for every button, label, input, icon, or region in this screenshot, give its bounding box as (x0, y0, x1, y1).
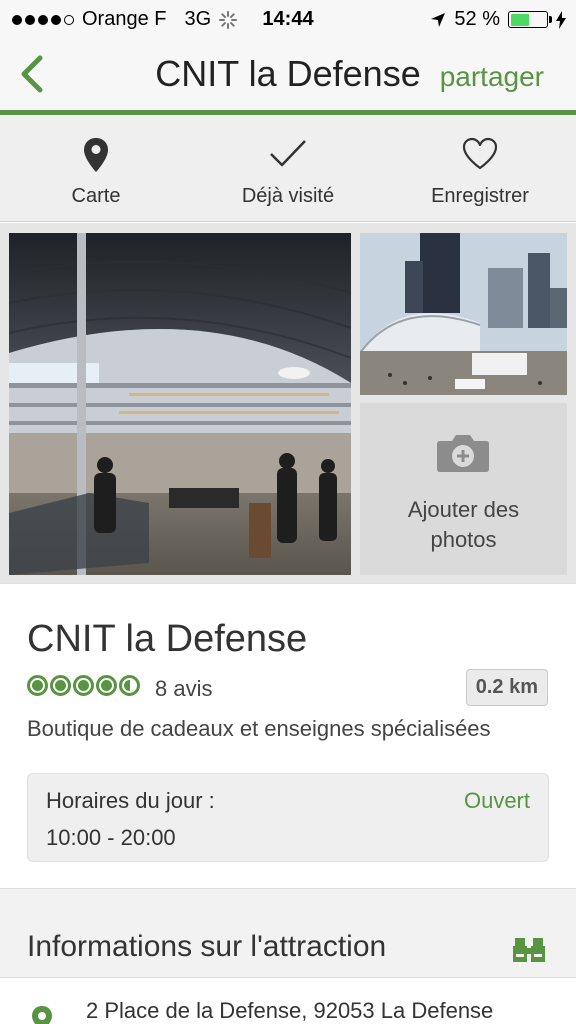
photo-gallery: Ajouter des photos (0, 223, 576, 583)
rating-bubble (119, 675, 140, 696)
rating-bubble (96, 675, 117, 696)
map-button-label: Carte (71, 185, 121, 207)
photo-interior-image (9, 233, 351, 575)
secondary-photo[interactable] (360, 233, 567, 395)
location-arrow-icon (431, 12, 446, 27)
navigation-bar: CNIT la Defense partager (0, 38, 576, 110)
place-details: CNIT la Defense 8 avis 0.2 km Boutique d… (0, 583, 576, 888)
save-button[interactable]: Enregistrer (384, 115, 576, 221)
visited-button[interactable]: Déjà visité (192, 115, 384, 221)
map-button[interactable]: Carte (0, 115, 192, 221)
add-photos-button[interactable]: Ajouter des photos (360, 403, 567, 575)
rating-bubbles (27, 675, 140, 696)
photo-exterior-image (360, 233, 567, 395)
place-category: Boutique de cadeaux et enseignes spécial… (27, 716, 491, 741)
save-button-label: Enregistrer (431, 185, 529, 207)
address-text: 2 Place de la Defense, 92053 La Defense (86, 998, 494, 1023)
opening-hours-box[interactable]: Horaires du jour : Ouvert 10:00 - 20:00 (27, 773, 549, 862)
open-status: Ouvert (463, 788, 530, 813)
main-photo[interactable] (9, 233, 351, 575)
address-row[interactable]: 2 Place de la Defense, 92053 La Defense (0, 978, 576, 1024)
hours-label: Horaires du jour : (46, 788, 215, 813)
battery-icon (508, 11, 552, 28)
status-right: 52 % (430, 8, 566, 31)
rating-bubble (73, 675, 94, 696)
camera-plus-icon (437, 435, 489, 472)
rating-bubble (50, 675, 71, 696)
charging-bolt-icon (556, 10, 566, 29)
checkmark-icon (270, 140, 306, 167)
hours-time: 10:00 - 20:00 (46, 825, 176, 850)
attraction-info-header: Informations sur l'attraction (0, 888, 576, 978)
distance-badge: 0.2 km (465, 669, 548, 706)
map-pin-icon (84, 138, 108, 172)
status-bar: Orange F 3G 14:44 52 % (0, 0, 576, 38)
heart-icon (462, 137, 498, 170)
action-bar: Carte Déjà visité Enregistrer (0, 115, 576, 222)
rating-bubble (27, 675, 48, 696)
section-title: Informations sur l'attraction (27, 930, 387, 963)
visited-button-label: Déjà visité (241, 185, 335, 207)
share-button[interactable]: partager (440, 61, 544, 93)
review-count-link[interactable]: 8 avis (155, 676, 212, 702)
location-pin-icon (32, 1006, 52, 1024)
battery-percent: 52 % (454, 8, 500, 30)
binoculars-icon (513, 938, 545, 962)
add-photos-label: Ajouter des photos (407, 497, 520, 552)
battery-fill (510, 13, 529, 26)
place-name: CNIT la Defense (27, 618, 308, 660)
